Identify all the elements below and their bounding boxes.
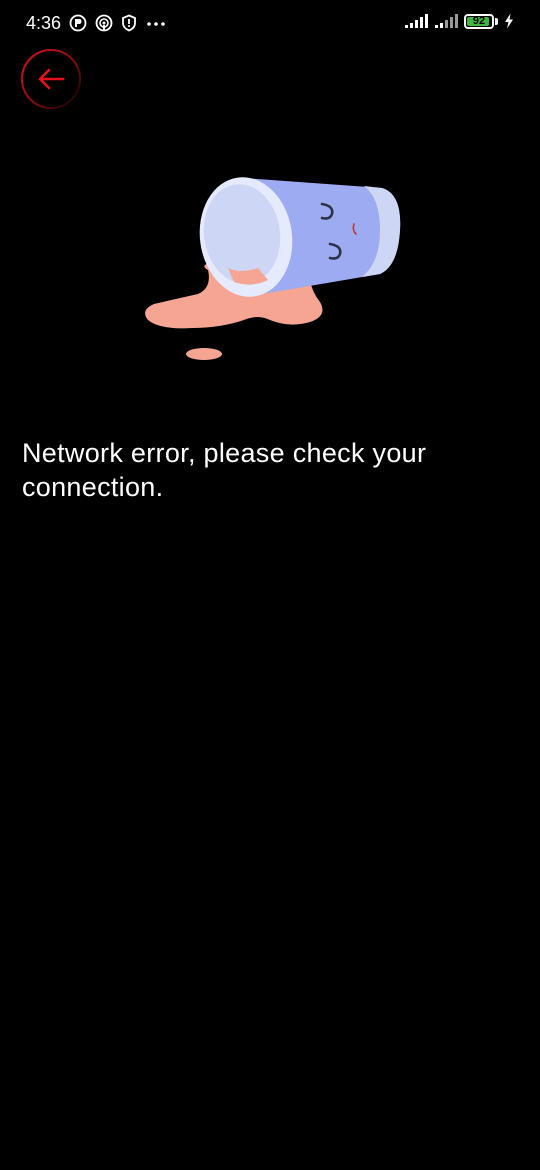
spilled-cup-illustration — [140, 170, 410, 370]
shield-icon — [121, 14, 137, 32]
back-button[interactable] — [20, 48, 82, 110]
battery-level: 92 — [472, 14, 486, 27]
more-dots-icon — [145, 14, 167, 32]
podcast-icon — [95, 14, 113, 32]
battery-icon: 92 — [464, 13, 494, 29]
error-message: Network error, please check your connect… — [22, 438, 427, 502]
clock: 4:36 — [26, 13, 62, 33]
arrow-left-icon — [21, 49, 81, 109]
signal-icon — [434, 13, 458, 29]
status-bar: 4:36 92 — [0, 0, 540, 46]
signal-icon — [404, 13, 428, 29]
app-notification-icon — [69, 14, 87, 32]
spilled-cup-icon — [145, 177, 401, 360]
spill-droplet — [186, 348, 222, 360]
charging-bolt-icon — [504, 13, 514, 29]
status-bar-left: 4:36 — [26, 12, 167, 34]
status-bar-right: 92 — [404, 13, 514, 29]
battery-nub — [495, 17, 498, 25]
